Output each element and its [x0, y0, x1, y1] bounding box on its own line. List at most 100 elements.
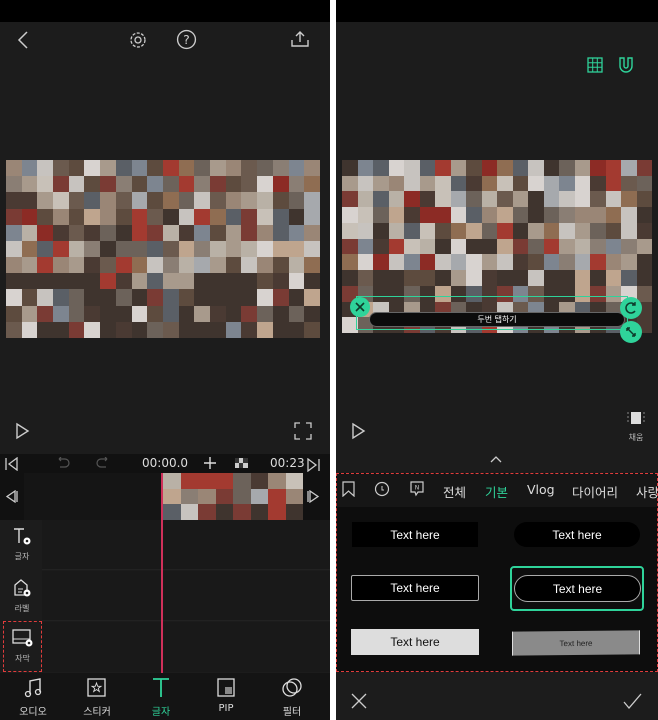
preview-pixel — [68, 176, 85, 193]
rotate-button[interactable] — [620, 297, 642, 319]
close-icon[interactable] — [350, 692, 368, 710]
play-icon[interactable] — [14, 422, 30, 440]
preview-pixel — [37, 305, 54, 322]
preview-pixel — [210, 273, 226, 290]
track-start-handle[interactable] — [0, 473, 24, 520]
preview-pixel — [100, 240, 116, 258]
tab-diary[interactable]: 다이어리 — [572, 482, 618, 501]
tool-text[interactable]: 글자 — [4, 524, 40, 566]
preview-pixel — [225, 240, 242, 258]
preview-pixel — [543, 238, 559, 255]
preview-pixel — [163, 488, 181, 505]
preview-pixel — [528, 254, 544, 271]
template-5[interactable]: Text here — [351, 629, 479, 655]
preview-pixel — [147, 224, 163, 241]
template-2[interactable]: Text here — [514, 522, 640, 547]
help-icon[interactable]: ? — [176, 29, 197, 50]
template-4[interactable]: Text here — [514, 575, 641, 602]
preview-pixel — [257, 321, 273, 338]
checker-icon[interactable] — [235, 458, 248, 468]
preview-pixel — [559, 207, 575, 223]
preview-pixel — [590, 270, 606, 286]
fill-label: 채움 — [628, 433, 644, 442]
trim-right-icon[interactable] — [307, 490, 320, 503]
tab-vlog[interactable]: Vlog — [527, 482, 555, 497]
track-end-handle[interactable] — [303, 473, 330, 520]
preview-pixel — [194, 240, 211, 258]
tab-basic[interactable]: 기본 — [485, 482, 508, 501]
preview-pixel — [272, 305, 289, 322]
tool-subtitle[interactable]: 자막 — [3, 621, 42, 672]
trim-left-icon[interactable] — [5, 490, 18, 503]
preview-pixel — [272, 176, 289, 193]
check-icon[interactable] — [622, 692, 642, 710]
text-add-icon — [12, 526, 32, 546]
preview-pixel — [6, 208, 22, 225]
preview-pixel — [115, 289, 132, 306]
preview-pixel — [466, 207, 482, 223]
preview-pixel — [304, 208, 320, 225]
preview-pixel — [225, 176, 242, 193]
text-track[interactable] — [42, 520, 330, 570]
gear-icon[interactable] — [128, 30, 148, 50]
skip-start-icon[interactable] — [5, 457, 19, 471]
tab-love[interactable]: 사랑 — [636, 482, 658, 501]
preview-pixel — [131, 289, 148, 306]
preview-pixel — [636, 175, 652, 192]
preview-pixel — [466, 238, 482, 255]
export-icon[interactable] — [290, 30, 310, 48]
skip-end-icon[interactable] — [306, 458, 320, 472]
template-3[interactable]: Text here — [351, 575, 479, 601]
preview-pixel — [225, 289, 242, 306]
tool-label[interactable]: 라벨 — [4, 576, 40, 618]
resize-button[interactable] — [620, 321, 642, 343]
new-icon[interactable]: N — [410, 481, 424, 497]
tab-all[interactable]: 전체 — [443, 482, 466, 501]
preview-pixel — [84, 160, 101, 177]
preview-pixel — [37, 224, 54, 241]
preview-pixel — [388, 238, 404, 255]
fill-button[interactable]: 채움 — [620, 410, 652, 446]
play-icon[interactable] — [350, 422, 366, 440]
magnet-icon[interactable] — [618, 56, 634, 74]
preview-pixel — [304, 305, 320, 322]
grid-icon[interactable] — [587, 57, 603, 73]
subtitle-track[interactable] — [42, 622, 330, 672]
preview-pixel — [528, 175, 544, 192]
history-icon[interactable] — [373, 481, 390, 497]
video-preview[interactable] — [6, 160, 320, 338]
preview-pixel — [528, 238, 544, 255]
chevron-up-icon[interactable] — [490, 455, 502, 463]
add-icon[interactable] — [203, 456, 217, 470]
delete-subtitle-button[interactable] — [350, 297, 370, 317]
preview-pixel — [241, 160, 258, 177]
redo-icon[interactable] — [96, 457, 110, 469]
preview-pixel — [497, 160, 513, 176]
preview-pixel — [100, 176, 116, 193]
bookmark-icon[interactable] — [342, 481, 355, 497]
template-6[interactable]: Text here — [512, 630, 640, 656]
preview-pixel — [342, 191, 358, 208]
preview-pixel — [419, 222, 435, 239]
video-clip-thumbnail[interactable] — [163, 473, 303, 520]
preview-pixel — [210, 192, 226, 209]
preview-pixel — [342, 270, 358, 286]
preview-pixel — [388, 270, 404, 286]
svg-text:N: N — [415, 485, 420, 492]
label-track[interactable] — [42, 571, 330, 621]
preview-pixel — [178, 192, 195, 209]
preview-pixel — [590, 160, 606, 176]
preview-pixel — [388, 191, 404, 208]
preview-pixel — [84, 273, 101, 290]
preview-pixel — [621, 207, 637, 223]
preview-pixel — [210, 289, 226, 306]
undo-icon[interactable] — [56, 457, 70, 469]
preview-pixel — [257, 192, 273, 209]
fullscreen-icon[interactable] — [294, 422, 312, 440]
back-icon[interactable] — [14, 30, 34, 50]
preview-pixel — [288, 192, 305, 209]
playhead[interactable] — [161, 473, 163, 673]
subtitle-placeholder[interactable]: 두번 탭하기 — [369, 312, 625, 327]
template-1[interactable]: Text here — [352, 522, 478, 547]
preview-pixel — [162, 273, 179, 290]
